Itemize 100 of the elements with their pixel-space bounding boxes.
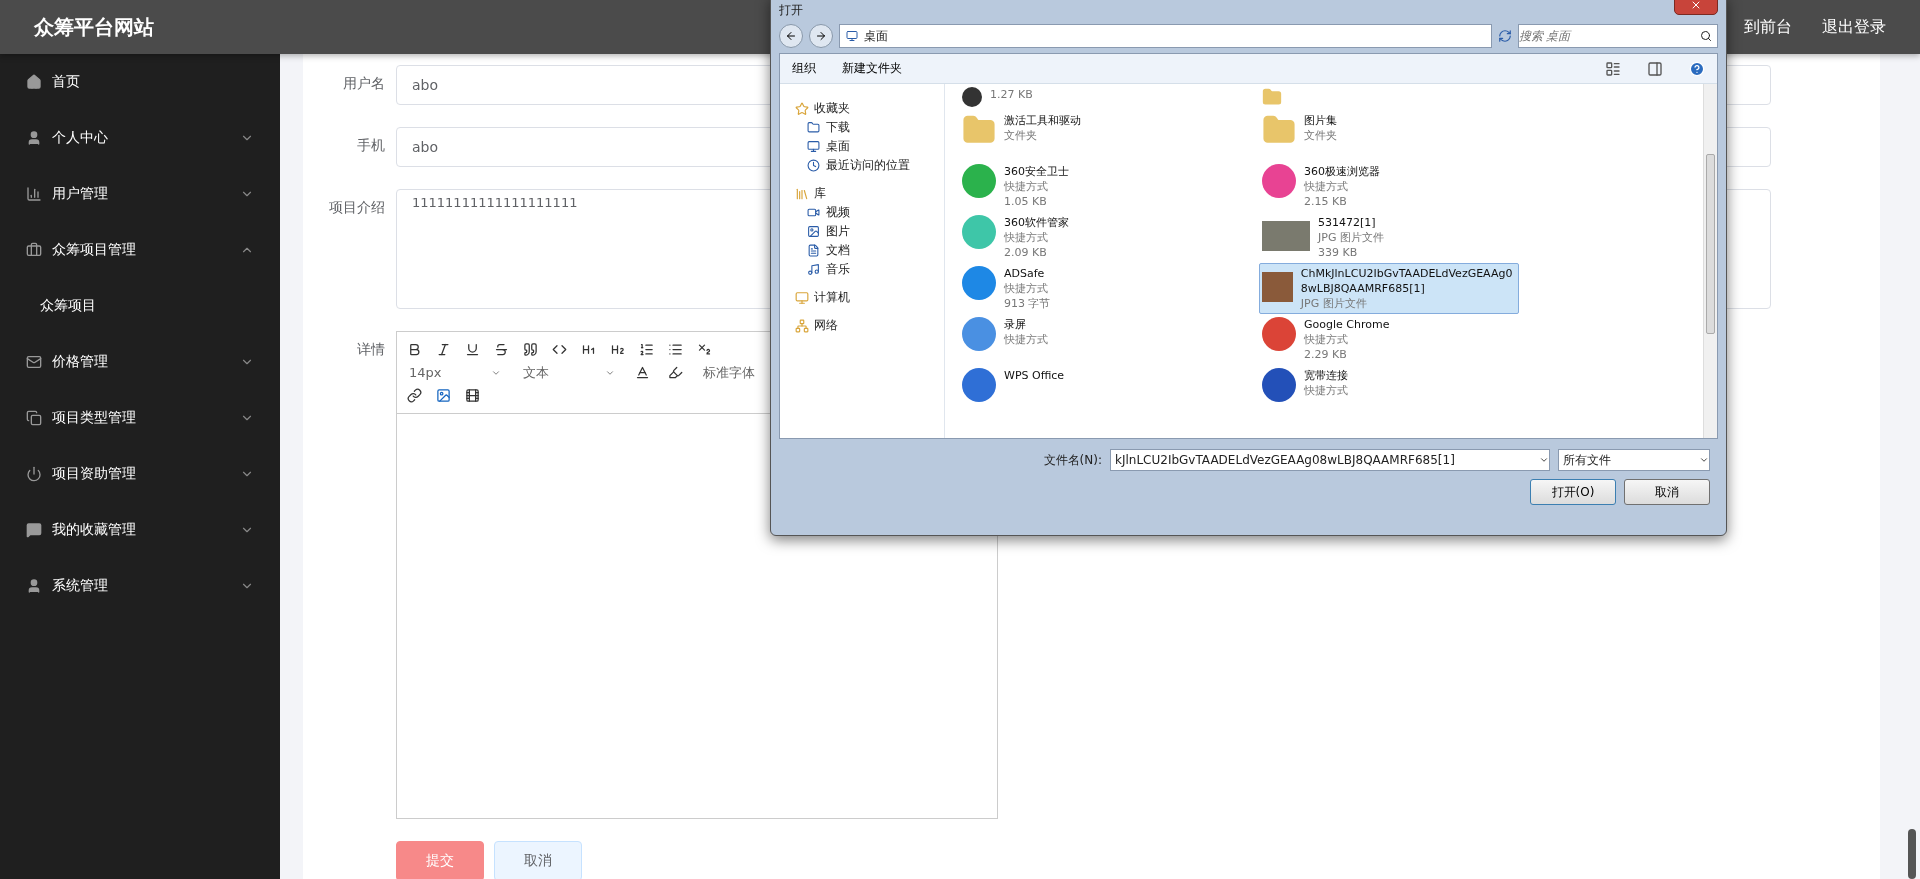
block-type-select[interactable]: 文本	[519, 363, 619, 382]
mail-icon	[26, 354, 42, 370]
file-item[interactable]: 360安全卫士 快捷方式 1.05 KB	[959, 161, 1219, 212]
nav-icon	[806, 158, 821, 173]
field-label: 项目介绍	[328, 198, 385, 217]
video-button[interactable]	[463, 386, 482, 405]
nav-icon	[806, 224, 821, 239]
nav-item[interactable]: 库	[794, 184, 944, 203]
address-bar[interactable]: 桌面	[839, 24, 1492, 48]
nav-icon	[794, 318, 809, 333]
nav-item[interactable]: 桌面	[794, 137, 944, 156]
font-family-select[interactable]: 标准字体	[699, 363, 769, 382]
strikethrough-icon	[494, 342, 509, 357]
nav-icon	[806, 120, 821, 135]
open-button[interactable]: 打开(O)	[1530, 479, 1616, 505]
caret-icon	[1699, 455, 1709, 465]
help-icon[interactable]	[1689, 60, 1705, 77]
preview-pane-icon[interactable]	[1647, 60, 1663, 77]
nav-item[interactable]: 视频	[794, 203, 944, 222]
nav-icon	[806, 262, 821, 277]
user-icon	[26, 130, 42, 146]
sidebar-item[interactable]: 首页	[0, 54, 280, 110]
toolbar-button[interactable]: 组织	[792, 60, 816, 77]
link-button[interactable]	[405, 386, 424, 405]
back-button[interactable]	[779, 24, 803, 48]
nav-item[interactable]: 下载	[794, 118, 944, 137]
sidebar-item[interactable]: 个人中心	[0, 110, 280, 166]
cancel-button[interactable]: 取消	[1624, 479, 1710, 505]
header-link[interactable]: 到前台	[1744, 16, 1792, 38]
file-item[interactable]: 360软件管家 快捷方式 2.09 KB	[959, 212, 1219, 263]
nav-item[interactable]: 音乐	[794, 260, 944, 279]
nav-item[interactable]: 图片	[794, 222, 944, 241]
close-icon	[1690, 0, 1702, 11]
filename-field[interactable]: kJlnLCU2IbGvTAADELdVezGEAAg08wLBJ8QAAMRF685[1]	[1110, 449, 1550, 471]
arrow-right-icon	[815, 30, 827, 42]
chat-icon	[26, 522, 42, 538]
file-item[interactable]: 宽带连接 快捷方式	[1259, 365, 1519, 416]
user-icon	[26, 578, 42, 594]
quote-icon	[523, 342, 538, 357]
highlighter-icon	[668, 365, 683, 380]
file-type-select[interactable]: 所有文件	[1558, 449, 1710, 471]
monitor-icon	[846, 30, 858, 42]
dialog-title: 打开	[779, 2, 803, 19]
close-button[interactable]	[1674, 0, 1718, 15]
file-item[interactable]: 360极速浏览器 快捷方式 2.15 KB	[1259, 161, 1519, 212]
field-label: 手机	[356, 136, 385, 155]
nav-item[interactable]: 计算机	[794, 288, 944, 307]
sidebar-item[interactable]: 用户管理	[0, 166, 280, 222]
sidebar-subitem[interactable]: 众筹项目	[0, 278, 280, 334]
ordered-list-icon	[639, 342, 654, 357]
bar-chart-icon	[26, 186, 42, 202]
heading-1-icon	[581, 342, 596, 357]
refresh-icon[interactable]	[1498, 29, 1512, 43]
nav-icon	[794, 101, 809, 116]
field-label: 详情	[356, 340, 385, 359]
nav-item[interactable]: 收藏夹	[794, 99, 944, 118]
home-icon	[26, 74, 42, 90]
sidebar-item[interactable]: 众筹项目管理	[0, 222, 280, 278]
image-icon	[436, 388, 451, 403]
image-button[interactable]	[434, 386, 453, 405]
file-item[interactable]: 1.27 KB	[959, 84, 1219, 110]
site-title: 众筹平台网站	[34, 13, 154, 41]
sidebar-item[interactable]: 价格管理	[0, 334, 280, 390]
file-item[interactable]: Google Chrome 快捷方式 2.29 KB	[1259, 314, 1519, 365]
arrow-left-icon	[785, 30, 797, 42]
nav-item[interactable]: 文档	[794, 241, 944, 260]
cancel-button[interactable]: 取消	[494, 841, 582, 879]
field-label: 用户名	[342, 74, 385, 93]
file-item[interactable]: ADSafe 快捷方式 913 字节	[959, 263, 1219, 314]
font-color-icon	[635, 365, 650, 380]
sidebar-item[interactable]: 项目类型管理	[0, 390, 280, 446]
underline-icon	[465, 342, 480, 357]
italic-icon	[436, 342, 451, 357]
file-item[interactable]: 激活工具和驱动 文件夹	[959, 110, 1219, 161]
code-icon	[552, 342, 567, 357]
font-size-select[interactable]: 14px	[405, 365, 505, 380]
filename-label: 文件名(N):	[1043, 451, 1102, 469]
toolbar-button[interactable]: 新建文件夹	[842, 60, 902, 77]
header-link[interactable]: 退出登录	[1822, 16, 1886, 38]
bold-icon	[407, 342, 422, 357]
file-item[interactable]: ChMkJlnLCU2IbGvTAADELdVezGEAAg08wLBJ8QAAMRF685[1] JPG 图片文件	[1259, 263, 1519, 314]
copy-icon	[26, 410, 42, 426]
subscript-icon	[697, 342, 712, 357]
heading-2-icon	[610, 342, 625, 357]
nav-icon	[806, 139, 821, 154]
file-item[interactable]: 531472[1] JPG 图片文件 339 KB	[1259, 212, 1519, 263]
sidebar-item[interactable]: 我的收藏管理	[0, 502, 280, 558]
file-item[interactable]: 图片集 文件夹	[1259, 110, 1519, 161]
quote-button[interactable]	[521, 340, 540, 359]
nav-item[interactable]: 最近访问的位置	[794, 156, 944, 175]
sidebar-item[interactable]: 系统管理	[0, 558, 280, 614]
caret-icon	[1539, 455, 1549, 465]
view-options-icon[interactable]	[1605, 60, 1621, 77]
sidebar-item[interactable]: 项目资助管理	[0, 446, 280, 502]
scrollbar[interactable]	[1908, 829, 1916, 879]
link-icon	[407, 388, 422, 403]
forward-button[interactable]	[809, 24, 833, 48]
power-icon	[26, 466, 42, 482]
scrollbar[interactable]	[1703, 84, 1717, 438]
nav-icon	[806, 243, 821, 258]
